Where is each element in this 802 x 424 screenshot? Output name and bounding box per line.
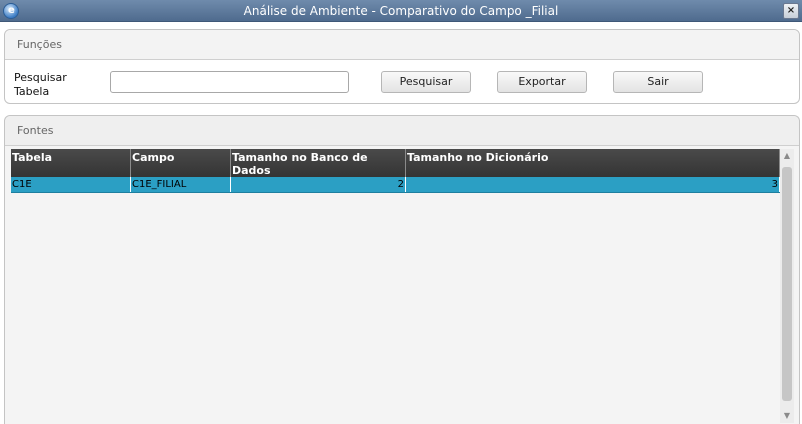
scroll-up-icon[interactable]: ▲ [780,149,794,163]
grid-header-row: Tabela Campo Tamanho no Banco de Dados T… [11,149,780,177]
close-button[interactable]: × [783,3,799,19]
column-header-campo[interactable]: Campo [131,149,231,177]
sair-button[interactable]: Sair [613,71,703,93]
cell-tamanho-dicionario: 3 [406,177,780,192]
exportar-button[interactable]: Exportar [497,71,587,93]
funcoes-header: Funções [5,30,799,60]
scroll-down-icon[interactable]: ▼ [780,409,794,423]
cell-campo: C1E_FILIAL [131,177,231,192]
pesquisar-button[interactable]: Pesquisar [381,71,471,93]
column-header-tabela[interactable]: Tabela [11,149,131,177]
funcoes-panel: Funções Pesquisar Tabela Pesquisar Expor… [4,29,800,104]
search-table-label: Pesquisar Tabela [14,71,67,98]
fontes-panel: Fontes Tabela Campo Tamanho no Banco de … [4,115,800,424]
column-header-tamanho-dicionario[interactable]: Tamanho no Dicionário [406,149,780,177]
vertical-scrollbar[interactable]: ▲ ▼ [780,149,794,423]
search-table-input[interactable] [110,71,349,93]
scroll-thumb[interactable] [782,167,792,401]
fontes-header: Fontes [5,116,799,146]
column-header-tamanho-banco[interactable]: Tamanho no Banco de Dados [231,149,406,177]
window-title: Análise de Ambiente - Comparativo do Cam… [243,4,559,18]
cell-tamanho-banco: 2 [231,177,406,192]
fontes-grid[interactable]: Tabela Campo Tamanho no Banco de Dados T… [11,149,780,423]
window-title-bar: e Análise de Ambiente - Comparativo do C… [0,0,802,22]
close-icon: × [786,5,796,16]
table-row[interactable]: C1E C1E_FILIAL 2 3 [11,177,780,193]
cell-tabela: C1E [11,177,131,192]
